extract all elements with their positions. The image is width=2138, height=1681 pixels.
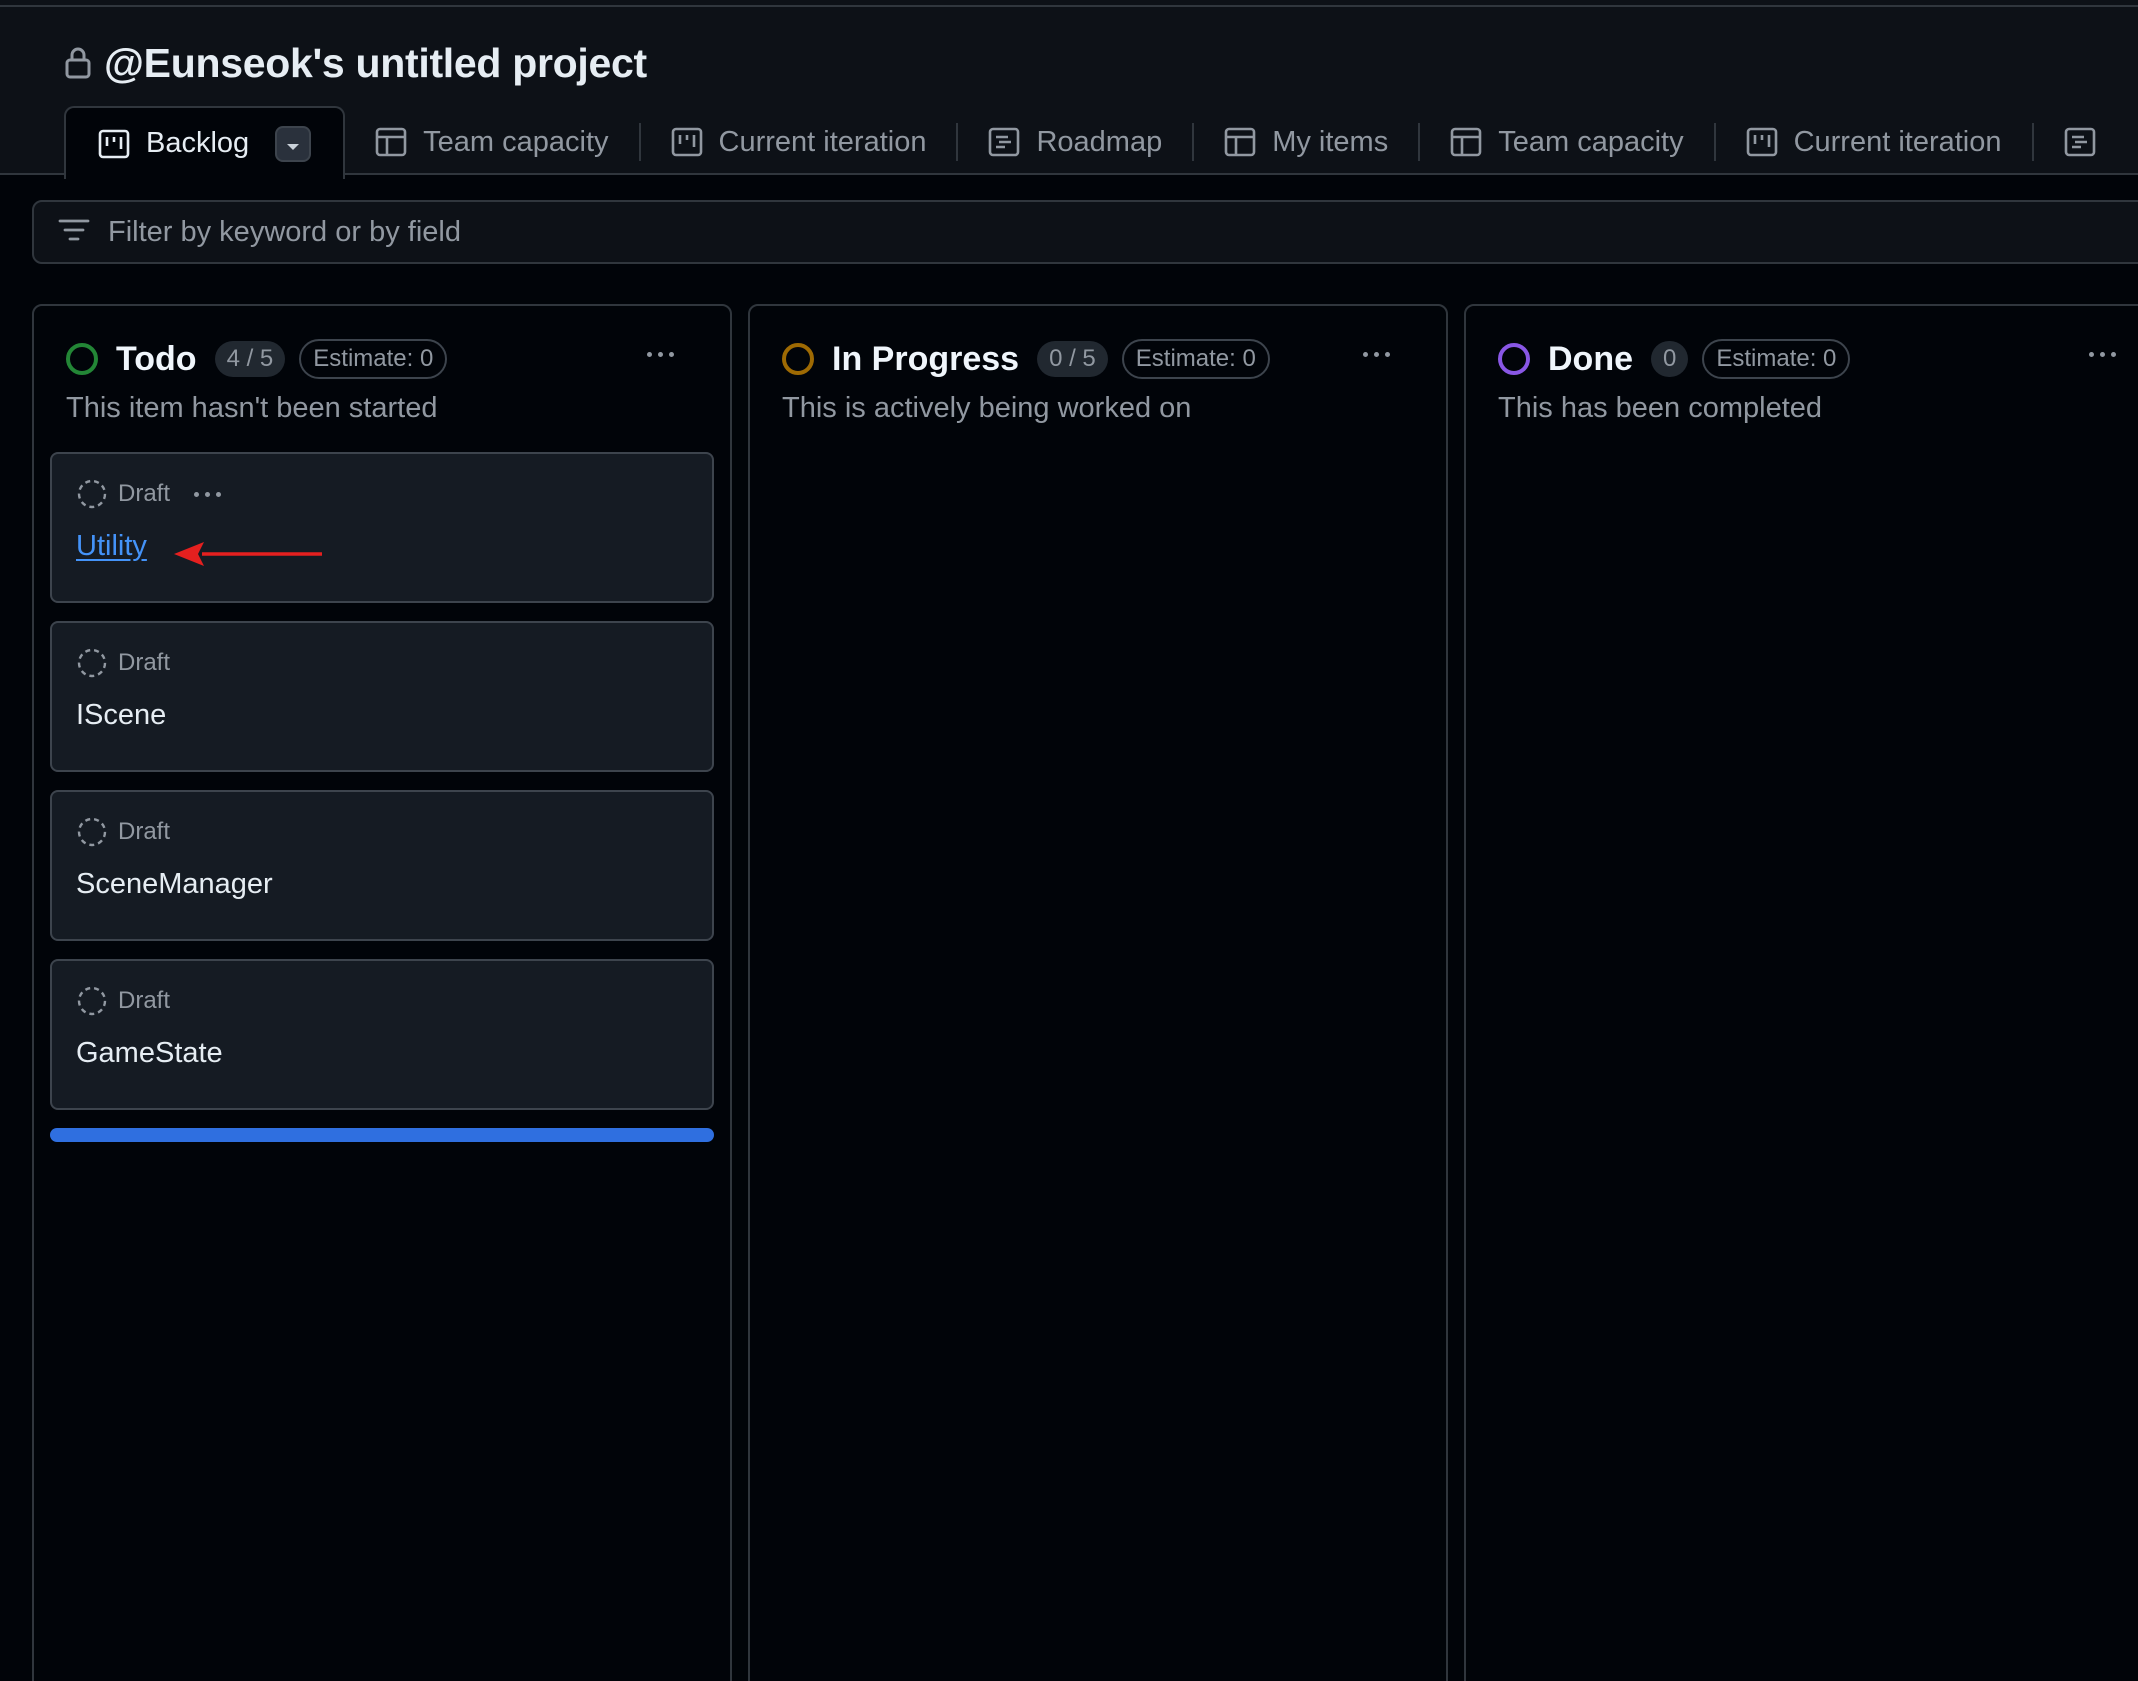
page-title: @Eunseok's untitled project: [104, 39, 647, 86]
column-header: Done 0 Estimate: 0: [1498, 334, 1851, 384]
card-menu-button[interactable]: [194, 491, 222, 497]
filter-placeholder: Filter by keyword or by field: [108, 215, 461, 248]
card-status: Draft: [118, 649, 171, 676]
tab-team-capacity[interactable]: Team capacity: [345, 107, 638, 177]
card-meta: Draft: [76, 478, 222, 510]
column-title: Done: [1548, 339, 1633, 378]
board-icon: [671, 127, 703, 157]
roadmap-icon: [988, 127, 1020, 157]
lock-icon: [64, 46, 92, 80]
count-badge: 0: [1651, 341, 1689, 377]
column-todo: Todo 4 / 5 Estimate: 0 This item hasn't …: [32, 304, 732, 1681]
card-title[interactable]: GameState: [76, 1037, 223, 1070]
column-title: Todo: [116, 339, 197, 378]
filter-icon: [58, 218, 90, 247]
tab-label: Roadmap: [1036, 125, 1163, 158]
estimate-badge: Estimate: 0: [1702, 339, 1851, 379]
draft-icon: [76, 647, 108, 679]
card-title-link[interactable]: Utility: [76, 530, 147, 563]
card-meta: Draft: [76, 816, 170, 848]
board-icon: [1746, 127, 1778, 157]
tab-current-iteration[interactable]: Current iteration: [641, 107, 957, 177]
tab-my-items[interactable]: My items: [1194, 107, 1418, 177]
card-list: Draft Utility Draft IScene Draft SceneMa…: [50, 452, 714, 1142]
kebab-horizontal-icon: [1362, 351, 1390, 357]
project-board: @Eunseok's untitled project Backlog Team: [0, 0, 2138, 1681]
view-tabs: Backlog Team capacity Current iteration …: [64, 104, 2126, 179]
status-circle-icon: [782, 343, 814, 375]
column-menu-button[interactable]: [2082, 342, 2122, 366]
column-description: This has been completed: [1498, 392, 1823, 424]
tab-roadmap[interactable]: Roadmap: [958, 107, 1192, 177]
estimate-badge: Estimate: 0: [299, 339, 448, 379]
card-meta: Draft: [76, 647, 170, 679]
card-gamestate[interactable]: Draft GameState: [50, 959, 714, 1110]
annotation-arrow-icon: [170, 538, 330, 575]
tab-overflow[interactable]: [2034, 107, 2126, 177]
tab-options-button[interactable]: [275, 125, 312, 162]
top-divider: [0, 0, 2138, 7]
kebab-horizontal-icon: [2088, 351, 2116, 357]
title-row: @Eunseok's untitled project: [64, 35, 647, 91]
table-icon: [1224, 127, 1256, 157]
board-icon: [98, 129, 130, 159]
tab-label: Current iteration: [718, 125, 927, 158]
draft-icon: [76, 985, 108, 1017]
tab-label: Team capacity: [1498, 125, 1684, 158]
column-description: This is actively being worked on: [782, 392, 1192, 424]
draft-icon: [76, 478, 108, 510]
column-menu-button[interactable]: [1356, 342, 1396, 366]
card-status: Draft: [118, 818, 171, 845]
column-in-progress: In Progress 0 / 5 Estimate: 0 This is ac…: [748, 304, 1448, 1681]
table-icon: [1450, 127, 1482, 157]
status-circle-icon: [66, 343, 98, 375]
count-badge: 4 / 5: [214, 341, 286, 377]
table-icon: [375, 127, 407, 157]
draft-icon: [76, 816, 108, 848]
filter-input[interactable]: Filter by keyword or by field: [32, 200, 2138, 264]
kebab-horizontal-icon: [194, 491, 222, 497]
tab-label: Team capacity: [423, 125, 609, 158]
column-header: Todo 4 / 5 Estimate: 0: [66, 334, 448, 384]
card-title[interactable]: IScene: [76, 699, 166, 732]
card-utility[interactable]: Draft Utility: [50, 452, 714, 603]
drop-indicator-bar[interactable]: [50, 1128, 714, 1142]
tab-label: Current iteration: [1793, 125, 2002, 158]
tab-backlog[interactable]: Backlog: [64, 106, 346, 179]
project-header: @Eunseok's untitled project Backlog Team: [0, 7, 2138, 179]
column-title: In Progress: [832, 339, 1020, 378]
tab-label: My items: [1272, 125, 1389, 158]
column-header: In Progress 0 / 5 Estimate: 0: [782, 334, 1270, 384]
card-scenemanager[interactable]: Draft SceneManager: [50, 790, 714, 941]
card-title[interactable]: SceneManager: [76, 868, 273, 901]
column-done: Done 0 Estimate: 0 This has been complet…: [1464, 304, 2138, 1681]
tab-team-capacity-2[interactable]: Team capacity: [1420, 107, 1713, 177]
card-meta: Draft: [76, 985, 170, 1017]
status-circle-icon: [1498, 343, 1530, 375]
card-status: Draft: [118, 480, 171, 507]
card-iscene[interactable]: Draft IScene: [50, 621, 714, 772]
column-description: This item hasn't been started: [66, 392, 438, 424]
card-status: Draft: [118, 987, 171, 1014]
tab-label: Backlog: [146, 127, 250, 159]
count-badge: 0 / 5: [1037, 341, 1108, 377]
roadmap-icon: [2064, 127, 2096, 157]
tab-current-iteration-2[interactable]: Current iteration: [1716, 107, 2032, 177]
column-menu-button[interactable]: [640, 342, 680, 366]
estimate-badge: Estimate: 0: [1121, 339, 1270, 379]
chevron-down-icon: [285, 127, 301, 160]
kebab-horizontal-icon: [646, 351, 674, 357]
